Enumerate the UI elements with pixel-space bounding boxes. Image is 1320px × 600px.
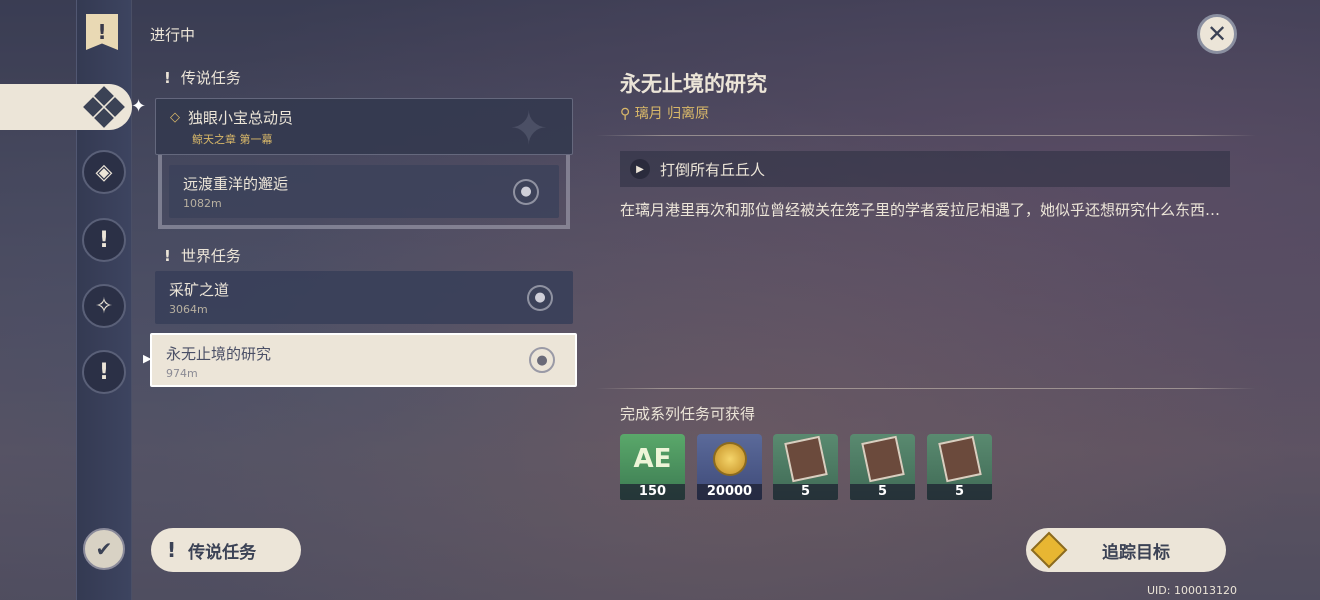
button-label: 传说任务	[188, 542, 257, 563]
adventure-exp-icon: AE	[633, 444, 672, 474]
event-quest-icon: ✧	[94, 293, 114, 319]
rail-tab-legend-quests[interactable]: !	[82, 218, 126, 262]
close-button[interactable]: ✕	[1197, 14, 1237, 54]
category-label: 世界任务	[180, 247, 241, 265]
location-label: 璃月 归离原	[634, 106, 710, 122]
objective-text: 打倒所有丘丘人	[660, 160, 766, 179]
rail-tab-event-quests[interactable]: ✧	[82, 284, 126, 328]
reward-talent-book-1[interactable]: 5	[773, 434, 838, 500]
world-category-icon: !	[164, 246, 171, 265]
track-objective-button[interactable]: 追踪目标	[1026, 528, 1226, 572]
category-world: ! 世界任务	[164, 245, 241, 266]
legend-quests-button[interactable]: ! 传说任务	[151, 528, 301, 572]
tracked-diamond-icon: ◇	[170, 110, 180, 125]
quest-item-world-1[interactable]: 采矿之道 3064m ●	[155, 271, 573, 324]
reward-count: 20000	[697, 484, 762, 500]
quest-distance: 1082m	[183, 197, 222, 210]
quest-detail-title: 永无止境的研究	[620, 72, 767, 96]
mora-coin-icon	[697, 434, 762, 484]
reward-talent-book-3[interactable]: 5	[927, 434, 992, 500]
quest-objective: ▶ 打倒所有丘丘人	[620, 151, 1230, 187]
talent-book-icon	[927, 434, 992, 484]
reward-count: 5	[773, 484, 838, 500]
location-pin-icon[interactable]: ●	[527, 284, 553, 311]
quest-chapter: 鲸天之章 第一幕	[192, 133, 273, 146]
whale-emblem-icon: ✦	[509, 101, 548, 155]
quest-item-legend-main[interactable]: ◇ 独眼小宝总动员 鲸天之章 第一幕 ✦	[155, 98, 573, 155]
quest-name: 永无止境的研究	[166, 345, 272, 363]
reward-count: 5	[927, 484, 992, 500]
quest-distance: 974m	[166, 367, 198, 380]
in-progress-header: 进行中	[150, 26, 196, 44]
all-quests-icon	[83, 86, 125, 128]
divider-top	[596, 135, 1256, 136]
talent-book-icon	[850, 434, 915, 484]
reward-adventure-exp[interactable]: AE 150	[620, 434, 685, 500]
rail-tab-world-quests[interactable]: !	[82, 350, 126, 394]
commission-check-icon[interactable]: ✔	[83, 528, 125, 570]
reward-talent-book-2[interactable]: 5	[850, 434, 915, 500]
selection-sparkle-icon: ✦	[131, 96, 147, 117]
legend-category-icon: !	[164, 68, 171, 87]
uid-label: UID: 100013120	[1147, 584, 1237, 597]
archon-quest-icon: ◈	[95, 159, 113, 185]
button-label: 追踪目标	[1102, 542, 1170, 563]
location-pin-icon[interactable]: ●	[513, 178, 539, 205]
map-pin-icon: ⚲	[620, 106, 631, 122]
quest-distance: 3064m	[169, 303, 208, 316]
legend-quest-icon: !	[167, 538, 177, 562]
quest-name: 独眼小宝总动员	[188, 109, 294, 127]
legend-quest-icon: !	[98, 227, 110, 253]
reward-count: 150	[620, 484, 685, 500]
category-legend: ! 传说任务	[164, 67, 241, 88]
rail-tab-all-quests[interactable]	[0, 84, 132, 130]
reward-mora[interactable]: 20000	[697, 434, 762, 500]
rail-tab-archon-quests[interactable]: ◈	[82, 150, 126, 194]
quest-name: 远渡重洋的邂逅	[183, 175, 289, 193]
track-diamond-icon	[1030, 531, 1068, 569]
world-quest-icon: !	[98, 359, 110, 385]
quest-location: ⚲ 璃月 归离原	[620, 103, 709, 123]
objective-arrow-icon: ▶	[630, 159, 650, 179]
quest-description: 在璃月港里再次和那位曾经被关在笼子里的学者爱拉尼相遇了，她似乎还想研究什么东西…	[620, 201, 1221, 219]
reward-count: 5	[850, 484, 915, 500]
quest-name: 采矿之道	[169, 281, 230, 299]
quest-item-world-2-selected[interactable]: 永无止境的研究 974m ●	[150, 333, 577, 387]
category-label: 传说任务	[180, 69, 241, 87]
quest-item-legend-sub[interactable]: 远渡重洋的邂逅 1082m ●	[169, 165, 559, 218]
location-pin-icon[interactable]: ●	[529, 347, 555, 373]
rewards-title: 完成系列任务可获得	[620, 405, 756, 423]
close-icon: ✕	[1206, 20, 1228, 48]
divider-bottom	[596, 388, 1256, 389]
talent-book-icon	[773, 434, 838, 484]
